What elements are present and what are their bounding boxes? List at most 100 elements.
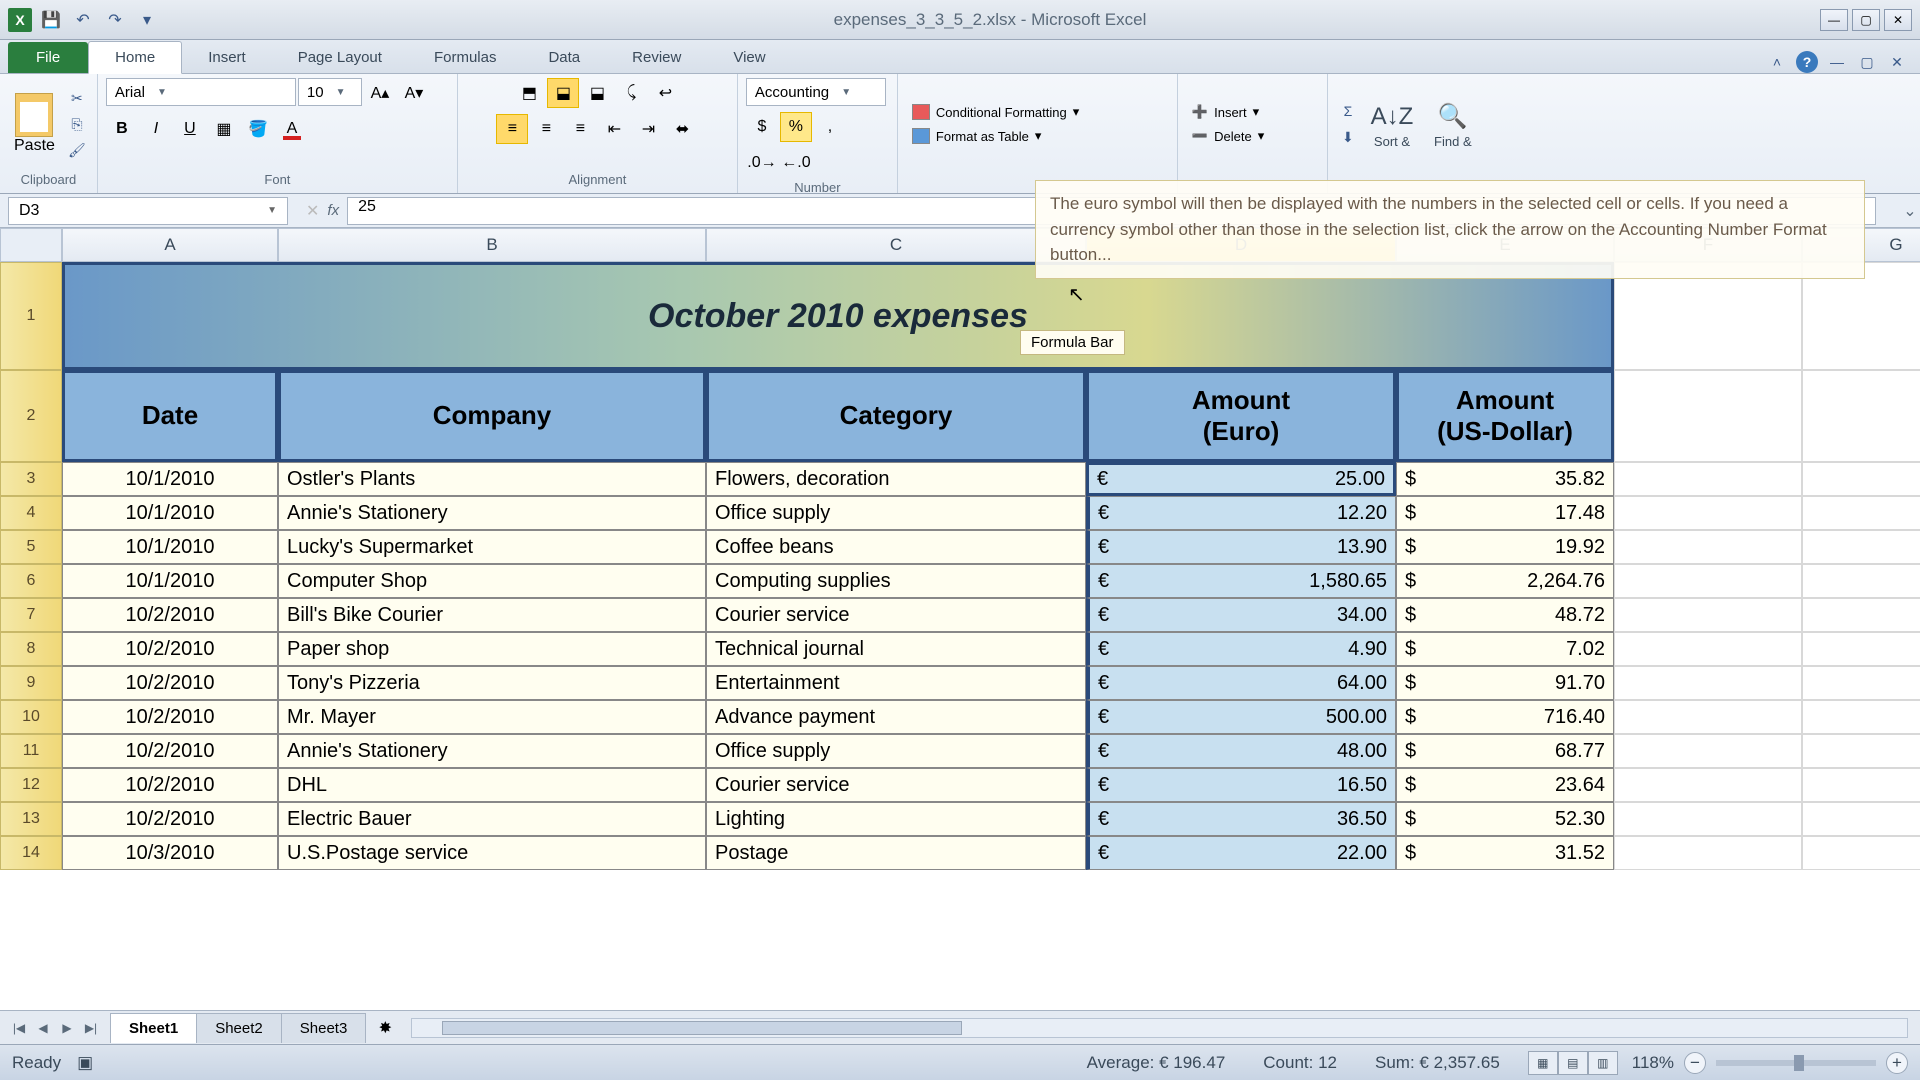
cell-usd-10[interactable]: $716.40 — [1396, 700, 1614, 734]
cell-category-4[interactable]: Office supply — [706, 496, 1086, 530]
cell-company-5[interactable]: Lucky's Supermarket — [278, 530, 706, 564]
cell-G2[interactable] — [1802, 370, 1920, 462]
merge-center-button[interactable]: ⬌ — [666, 114, 698, 144]
decrease-decimal-icon[interactable]: ←.0 — [780, 148, 812, 178]
file-tab[interactable]: File — [8, 42, 88, 73]
cell-company-9[interactable]: Tony's Pizzeria — [278, 666, 706, 700]
undo-icon[interactable]: ↶ — [70, 7, 96, 33]
cell-euro-10[interactable]: €500.00 — [1086, 700, 1396, 734]
cell-date-10[interactable]: 10/2/2010 — [62, 700, 278, 734]
decrease-font-icon[interactable]: A▾ — [398, 78, 430, 108]
cell-usd-3[interactable]: $35.82 — [1396, 462, 1614, 496]
cell-F12[interactable] — [1614, 768, 1802, 802]
cell-company-10[interactable]: Mr. Mayer — [278, 700, 706, 734]
tab-data[interactable]: Data — [522, 42, 606, 73]
scrollbar-thumb[interactable] — [442, 1021, 962, 1035]
workbook-restore-icon[interactable]: ▢ — [1856, 51, 1878, 73]
cell-F3[interactable] — [1614, 462, 1802, 496]
accounting-format-icon[interactable]: $ — [746, 112, 778, 142]
row-header-13[interactable]: 13 — [0, 802, 62, 836]
cell-date-3[interactable]: 10/1/2010 — [62, 462, 278, 496]
cell-date-13[interactable]: 10/2/2010 — [62, 802, 278, 836]
copy-icon[interactable]: ⎘ — [65, 113, 89, 135]
row-header-10[interactable]: 10 — [0, 700, 62, 734]
cell-G9[interactable] — [1802, 666, 1920, 700]
cut-icon[interactable]: ✂ — [65, 87, 89, 109]
sheet-tab-2[interactable]: Sheet2 — [196, 1013, 282, 1043]
cell-usd-7[interactable]: $48.72 — [1396, 598, 1614, 632]
select-all-corner[interactable] — [0, 228, 62, 262]
qat-customize-icon[interactable]: ▾ — [134, 7, 160, 33]
cell-euro-11[interactable]: €48.00 — [1086, 734, 1396, 768]
cell-G8[interactable] — [1802, 632, 1920, 666]
column-header-A[interactable]: A — [62, 228, 278, 262]
close-button[interactable]: ✕ — [1884, 9, 1912, 31]
cell-date-6[interactable]: 10/1/2010 — [62, 564, 278, 598]
cell-usd-8[interactable]: $7.02 — [1396, 632, 1614, 666]
new-sheet-icon[interactable]: ✸ — [371, 1017, 399, 1039]
zoom-out-button[interactable]: − — [1684, 1052, 1706, 1074]
row-header-5[interactable]: 5 — [0, 530, 62, 564]
page-layout-view-icon[interactable]: ▤ — [1558, 1051, 1588, 1075]
cell-F9[interactable] — [1614, 666, 1802, 700]
zoom-level[interactable]: 118% — [1632, 1053, 1674, 1073]
increase-font-icon[interactable]: A▴ — [364, 78, 396, 108]
cell-G12[interactable] — [1802, 768, 1920, 802]
cell-company-14[interactable]: U.S.Postage service — [278, 836, 706, 870]
cell-company-4[interactable]: Annie's Stationery — [278, 496, 706, 530]
cell-usd-11[interactable]: $68.77 — [1396, 734, 1614, 768]
maximize-button[interactable]: ▢ — [1852, 9, 1880, 31]
sheet-nav-prev-icon[interactable]: ◀ — [32, 1017, 54, 1039]
number-format-combo[interactable]: Accounting ▼ — [746, 78, 886, 106]
cell-euro-14[interactable]: €22.00 — [1086, 836, 1396, 870]
fx-icon[interactable]: fx — [327, 202, 339, 219]
excel-logo-icon[interactable]: X — [8, 8, 32, 32]
save-icon[interactable]: 💾 — [38, 7, 64, 33]
underline-button[interactable]: U — [174, 114, 206, 144]
column-header-C[interactable]: C — [706, 228, 1086, 262]
cell-euro-8[interactable]: €4.90 — [1086, 632, 1396, 666]
orientation-icon[interactable]: ⤹ — [615, 78, 647, 108]
tab-formulas[interactable]: Formulas — [408, 42, 523, 73]
increase-indent-icon[interactable]: ⇥ — [632, 114, 664, 144]
cell-category-13[interactable]: Lighting — [706, 802, 1086, 836]
worksheet-grid[interactable]: ABCDEFG1October 2010 expenses2DateCompan… — [0, 228, 1920, 1010]
cell-usd-5[interactable]: $19.92 — [1396, 530, 1614, 564]
redo-icon[interactable]: ↷ — [102, 7, 128, 33]
tab-home[interactable]: Home — [88, 41, 182, 74]
cell-F14[interactable] — [1614, 836, 1802, 870]
row-header-14[interactable]: 14 — [0, 836, 62, 870]
font-color-button[interactable]: A — [276, 114, 308, 144]
row-header-9[interactable]: 9 — [0, 666, 62, 700]
paste-button[interactable]: Paste — [8, 91, 61, 157]
cell-F6[interactable] — [1614, 564, 1802, 598]
cell-date-7[interactable]: 10/2/2010 — [62, 598, 278, 632]
borders-button[interactable]: ▦ — [208, 114, 240, 144]
header-company[interactable]: Company — [278, 370, 706, 462]
format-painter-icon[interactable]: 🖌 — [65, 139, 89, 161]
cell-company-13[interactable]: Electric Bauer — [278, 802, 706, 836]
horizontal-scrollbar[interactable] — [411, 1018, 1908, 1038]
row-header-2[interactable]: 2 — [0, 370, 62, 462]
header-date[interactable]: Date — [62, 370, 278, 462]
delete-cells-button[interactable]: ➖ Delete ▾ — [1188, 126, 1268, 146]
cell-category-14[interactable]: Postage — [706, 836, 1086, 870]
cell-date-9[interactable]: 10/2/2010 — [62, 666, 278, 700]
sheet-nav-last-icon[interactable]: ▶| — [80, 1017, 102, 1039]
cell-usd-4[interactable]: $17.48 — [1396, 496, 1614, 530]
macro-record-icon[interactable]: ▣ — [77, 1053, 93, 1073]
cell-company-11[interactable]: Annie's Stationery — [278, 734, 706, 768]
cell-F4[interactable] — [1614, 496, 1802, 530]
percent-format-icon[interactable]: % — [780, 112, 812, 142]
row-header-1[interactable]: 1 — [0, 262, 62, 370]
cell-euro-12[interactable]: €16.50 — [1086, 768, 1396, 802]
header-euro[interactable]: Amount(Euro) — [1086, 370, 1396, 462]
cell-G5[interactable] — [1802, 530, 1920, 564]
cell-F13[interactable] — [1614, 802, 1802, 836]
cell-G11[interactable] — [1802, 734, 1920, 768]
font-name-combo[interactable]: Arial ▼ — [106, 78, 296, 106]
cell-company-12[interactable]: DHL — [278, 768, 706, 802]
align-left-icon[interactable]: ≡ — [496, 114, 528, 144]
cell-company-8[interactable]: Paper shop — [278, 632, 706, 666]
workbook-close-icon[interactable]: ✕ — [1886, 51, 1908, 73]
